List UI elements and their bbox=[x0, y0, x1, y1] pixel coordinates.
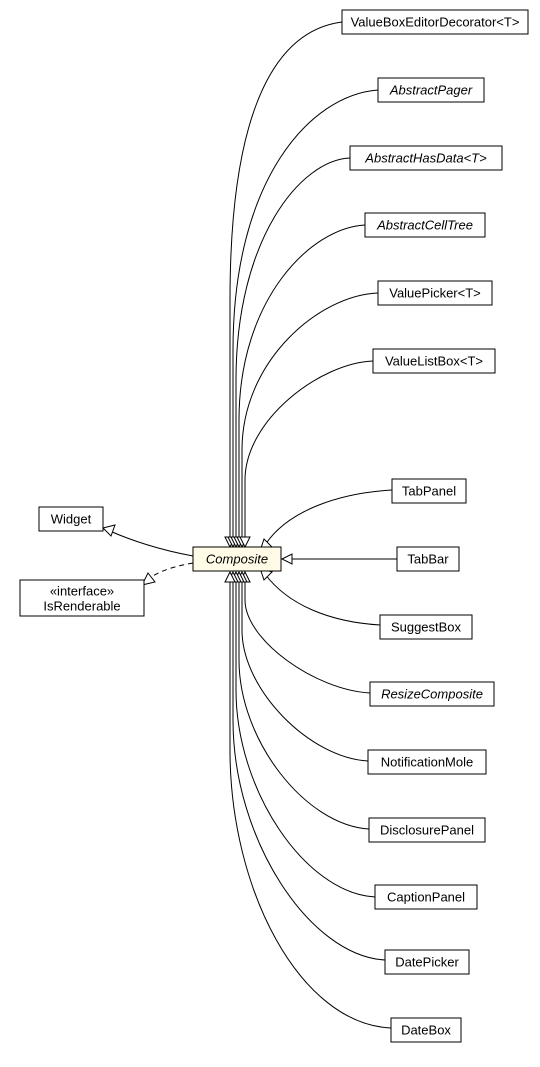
node-abstracthasdata[interactable]: AbstractHasData<T> bbox=[350, 146, 502, 170]
node-valuelistbox[interactable]: ValueListBox<T> bbox=[373, 349, 495, 373]
uml-diagram: Composite Widget «interface» IsRenderabl… bbox=[0, 0, 540, 1067]
svg-text:ValuePicker<T>: ValuePicker<T> bbox=[389, 285, 481, 300]
edge bbox=[230, 579, 391, 1028]
node-datebox[interactable]: DateBox bbox=[391, 1018, 461, 1042]
node-datepicker[interactable]: DatePicker bbox=[385, 950, 469, 974]
edge bbox=[233, 579, 385, 960]
svg-text:AbstractHasData<T>: AbstractHasData<T> bbox=[364, 150, 487, 165]
svg-text:Widget: Widget bbox=[51, 511, 92, 526]
svg-text:ValueBoxEditorDecorator<T>: ValueBoxEditorDecorator<T> bbox=[351, 14, 520, 29]
node-suggestbox[interactable]: SuggestBox bbox=[380, 615, 472, 639]
svg-text:NotificationMole: NotificationMole bbox=[381, 754, 474, 769]
node-abstractpager[interactable]: AbstractPager bbox=[378, 78, 484, 102]
svg-text:ResizeComposite: ResizeComposite bbox=[381, 686, 483, 701]
node-isrenderable[interactable]: «interface» IsRenderable bbox=[20, 580, 144, 616]
node-valueboxeditor[interactable]: ValueBoxEditorDecorator<T> bbox=[342, 10, 528, 34]
node-valuepicker[interactable]: ValuePicker<T> bbox=[378, 281, 492, 305]
edge bbox=[236, 579, 375, 897]
edge bbox=[245, 361, 373, 540]
svg-text:CaptionPanel: CaptionPanel bbox=[387, 889, 465, 904]
svg-text:ValueListBox<T>: ValueListBox<T> bbox=[385, 353, 483, 368]
svg-text:TabPanel: TabPanel bbox=[402, 483, 456, 498]
node-composite[interactable]: Composite bbox=[193, 547, 281, 571]
edge bbox=[265, 490, 392, 545]
node-captionpanel[interactable]: CaptionPanel bbox=[375, 885, 477, 909]
svg-text:DatePicker: DatePicker bbox=[395, 954, 459, 969]
svg-text:Composite: Composite bbox=[206, 551, 268, 566]
node-abstractcelltree[interactable]: AbstractCellTree bbox=[365, 213, 485, 237]
svg-text:DateBox: DateBox bbox=[401, 1022, 451, 1037]
svg-text:«interface»: «interface» bbox=[50, 583, 114, 598]
svg-text:AbstractPager: AbstractPager bbox=[389, 82, 473, 97]
node-resizecomposite[interactable]: ResizeComposite bbox=[370, 682, 494, 706]
svg-text:DisclosurePanel: DisclosurePanel bbox=[380, 822, 474, 837]
edge bbox=[242, 293, 378, 540]
svg-text:TabBar: TabBar bbox=[407, 551, 449, 566]
node-disclosurepanel[interactable]: DisclosurePanel bbox=[369, 818, 485, 842]
edge bbox=[265, 574, 380, 625]
edge-extends bbox=[110, 531, 193, 556]
edge-implements bbox=[148, 563, 193, 580]
node-widget[interactable]: Widget bbox=[39, 507, 103, 531]
svg-text:AbstractCellTree: AbstractCellTree bbox=[376, 217, 473, 232]
svg-text:SuggestBox: SuggestBox bbox=[391, 619, 462, 634]
node-tabbar[interactable]: TabBar bbox=[397, 547, 459, 571]
edge bbox=[245, 579, 370, 693]
node-notificationmole[interactable]: NotificationMole bbox=[368, 750, 486, 774]
node-tabpanel[interactable]: TabPanel bbox=[392, 479, 466, 503]
svg-text:IsRenderable: IsRenderable bbox=[43, 598, 120, 613]
